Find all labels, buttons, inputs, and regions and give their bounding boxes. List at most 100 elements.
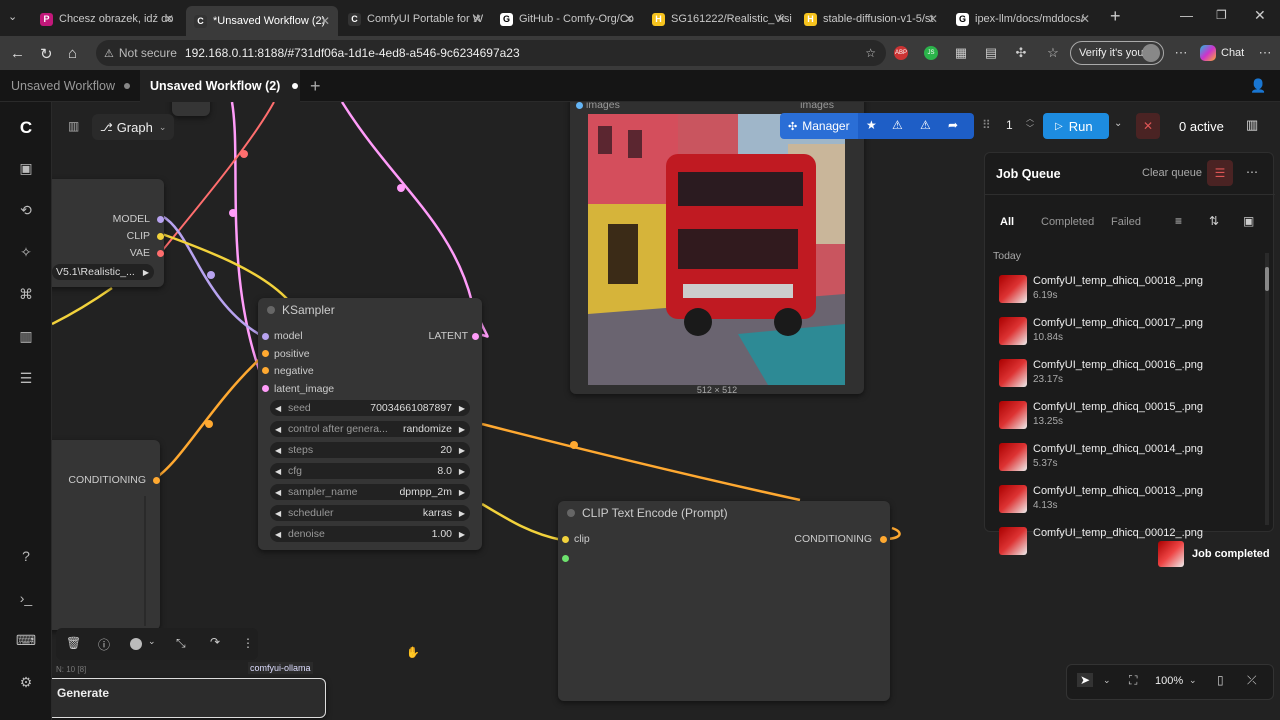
widget-seed[interactable]: ◀ seed 70034661087897 ▶	[270, 400, 470, 416]
ckpt-name-widget[interactable]: V5.1\Realistic_... ▶	[52, 264, 154, 280]
terminal-icon[interactable]: ›_	[16, 588, 36, 608]
new-tab-icon[interactable]: +	[1110, 6, 1121, 27]
input-negative-slot[interactable]	[262, 367, 269, 374]
close-tab-icon[interactable]: ✕	[320, 14, 330, 28]
tab-unsaved-workflow-2[interactable]: Unsaved Workflow (2)	[140, 70, 300, 102]
list-item[interactable]: ComfyUI_temp_dhicq_00017_.png 10.84s	[999, 315, 1249, 349]
select-mode-icon[interactable]: ➤	[1077, 673, 1094, 687]
extension-js-icon[interactable]: JS	[922, 44, 940, 62]
filter-icon[interactable]: ≡	[1175, 214, 1182, 228]
workflows-icon[interactable]: ⌘	[16, 284, 36, 304]
output-conditioning-slot[interactable]	[880, 536, 887, 543]
list-item[interactable]: ComfyUI_temp_dhicq_00016_.png 23.17s	[999, 357, 1249, 391]
toggle-panel-icon[interactable]: ▥	[1246, 117, 1258, 133]
sidebar-more-icon[interactable]: ⋯	[1256, 44, 1274, 62]
ollama-generate-node[interactable]: Generate	[52, 678, 326, 718]
filter-failed[interactable]: Failed	[1111, 216, 1141, 228]
minimap-icon[interactable]: ▯	[1217, 673, 1224, 687]
preview-image-node[interactable]: images images 512 × 512	[570, 102, 864, 395]
clear-queue-icon[interactable]: ☰	[1207, 160, 1233, 186]
home-icon[interactable]: ⌂	[68, 45, 77, 62]
bookmark-star-icon[interactable]: ☆	[865, 46, 876, 60]
help-icon[interactable]: ?	[16, 546, 36, 566]
chevron-down-icon[interactable]: ⌄	[1189, 675, 1197, 686]
chevron-left-icon[interactable]: ◀	[275, 530, 281, 539]
tab-unsaved-workflow[interactable]: Unsaved Workflow	[0, 70, 140, 102]
frame-icon[interactable]: ⤡	[176, 636, 186, 651]
chevron-down-icon[interactable]: ⌄	[1103, 675, 1111, 686]
extensions-puzzle-icon[interactable]: ✣	[1012, 44, 1030, 62]
restore-icon[interactable]: ❐	[1216, 8, 1227, 22]
browser-tab[interactable]: G GitHub - Comfy-Org/Co ✕	[492, 6, 642, 32]
output-latent-slot[interactable]	[472, 333, 479, 340]
widget-steps[interactable]: ◀ steps 20 ▶	[270, 442, 470, 458]
node-collapse-dot[interactable]	[567, 509, 575, 517]
reload-icon[interactable]: ↻	[40, 45, 53, 63]
close-tab-icon[interactable]: ✕	[164, 12, 174, 26]
filter-all[interactable]: All	[1000, 216, 1014, 228]
share-icon[interactable]: ➦	[948, 118, 958, 132]
close-tab-icon[interactable]: ✕	[928, 12, 938, 26]
node-collapse-dot[interactable]	[267, 306, 275, 314]
zoom-level[interactable]: 100%	[1155, 675, 1183, 687]
output-conditioning-slot[interactable]	[153, 477, 160, 484]
hide-links-icon[interactable]: ⤫	[1247, 673, 1257, 688]
new-workflow-icon[interactable]: +	[310, 70, 321, 102]
tab-search-icon[interactable]: ⌄	[8, 10, 26, 28]
comfy-logo-icon[interactable]: C	[16, 118, 36, 138]
chevron-left-icon[interactable]: ◀	[275, 446, 281, 455]
more-options-icon[interactable]: ⋮	[242, 636, 254, 650]
hidden-top-node[interactable]	[172, 102, 210, 116]
output-clip-slot[interactable]	[157, 233, 164, 240]
queue-images-icon[interactable]: ▣	[16, 158, 36, 178]
job-completed-toast[interactable]: Job completed	[1154, 540, 1270, 570]
input-images-slot[interactable]	[576, 102, 583, 109]
filter-completed[interactable]: Completed	[1041, 216, 1094, 228]
chevron-right-icon[interactable]: ▶	[459, 488, 465, 497]
browser-tab[interactable]: Hstable-diffusion-v1-5/st ✕	[796, 6, 946, 32]
clear-queue-button[interactable]: Clear queue	[1142, 167, 1202, 179]
clip-text-encode-node[interactable]: CLIP Text Encode (Prompt) clip CONDITION…	[558, 501, 890, 701]
info-icon[interactable]: ⓘ	[98, 636, 110, 653]
model-library-icon[interactable]: ✧	[16, 242, 36, 262]
browser-tab[interactable]: P Chcesz obrazek, idź do ✕	[32, 6, 182, 32]
queue-scrollbar[interactable]	[1265, 253, 1269, 525]
back-icon[interactable]: ←	[10, 45, 25, 62]
favorites-icon[interactable]: ☆	[1044, 44, 1062, 62]
user-icon[interactable]: 👤	[1250, 70, 1266, 102]
settings-gear-icon[interactable]: ⚙	[16, 672, 36, 692]
output-model-slot[interactable]	[157, 216, 164, 223]
redo-icon[interactable]: ↷	[210, 635, 220, 649]
chevron-left-icon[interactable]: ◀	[275, 425, 281, 434]
cancel-run-button[interactable]: ✕	[1136, 113, 1160, 139]
chevron-right-icon[interactable]: ▶	[459, 404, 465, 413]
run-button[interactable]: ▷ Run	[1043, 113, 1109, 139]
extension-icon-grey[interactable]: ▦	[952, 44, 970, 62]
star-icon[interactable]: ★	[866, 118, 877, 132]
sort-icon[interactable]: ⇅	[1209, 214, 1219, 228]
url-bar[interactable]: ⚠ Not secure 192.168.0.11:8188/#731df06a…	[96, 40, 886, 66]
close-tab-icon[interactable]: ✕	[1080, 12, 1090, 26]
browser-tab[interactable]: Gipex-llm/docs/mddocs/✕	[948, 6, 1098, 32]
checkpoint-loader-node[interactable]: nt MODEL CLIP VAE V5.1\Realistic_... ▶	[52, 179, 164, 287]
canvas-panel-toggle-icon[interactable]: ▥	[68, 119, 79, 133]
fit-view-icon[interactable]: ⛶	[1129, 673, 1137, 688]
node-library-icon[interactable]: ⟲	[16, 200, 36, 220]
close-tab-icon[interactable]: ✕	[472, 12, 482, 26]
gallery-icon[interactable]: ▣	[1243, 214, 1254, 228]
assets-icon[interactable]: ☰	[16, 368, 36, 388]
widget-scheduler[interactable]: ◀ scheduler karras ▶	[270, 505, 470, 521]
verify-button[interactable]: Verify it's you	[1070, 41, 1164, 65]
warning-icon[interactable]: ⚠	[892, 118, 903, 132]
list-item[interactable]: ComfyUI_temp_dhicq_00013_.png 4.13s	[999, 483, 1249, 517]
close-tab-icon[interactable]: ✕	[624, 12, 634, 26]
chevron-left-icon[interactable]: ◀	[275, 467, 281, 476]
copilot-chat-button[interactable]: Chat	[1200, 45, 1244, 61]
input-latent-slot[interactable]	[262, 385, 269, 392]
widget-sampler-name[interactable]: ◀ sampler_name dpmpp_2m ▶	[270, 484, 470, 500]
chevron-right-icon[interactable]: ▶	[459, 530, 465, 539]
widget-cfg[interactable]: ◀ cfg 8.0 ▶	[270, 463, 470, 479]
more-menu-icon[interactable]: ⋯	[1172, 44, 1190, 62]
conditioning-source-node[interactable]: CONDITIONING	[52, 440, 160, 630]
extension-icon-grey-2[interactable]: ▤	[982, 44, 1000, 62]
